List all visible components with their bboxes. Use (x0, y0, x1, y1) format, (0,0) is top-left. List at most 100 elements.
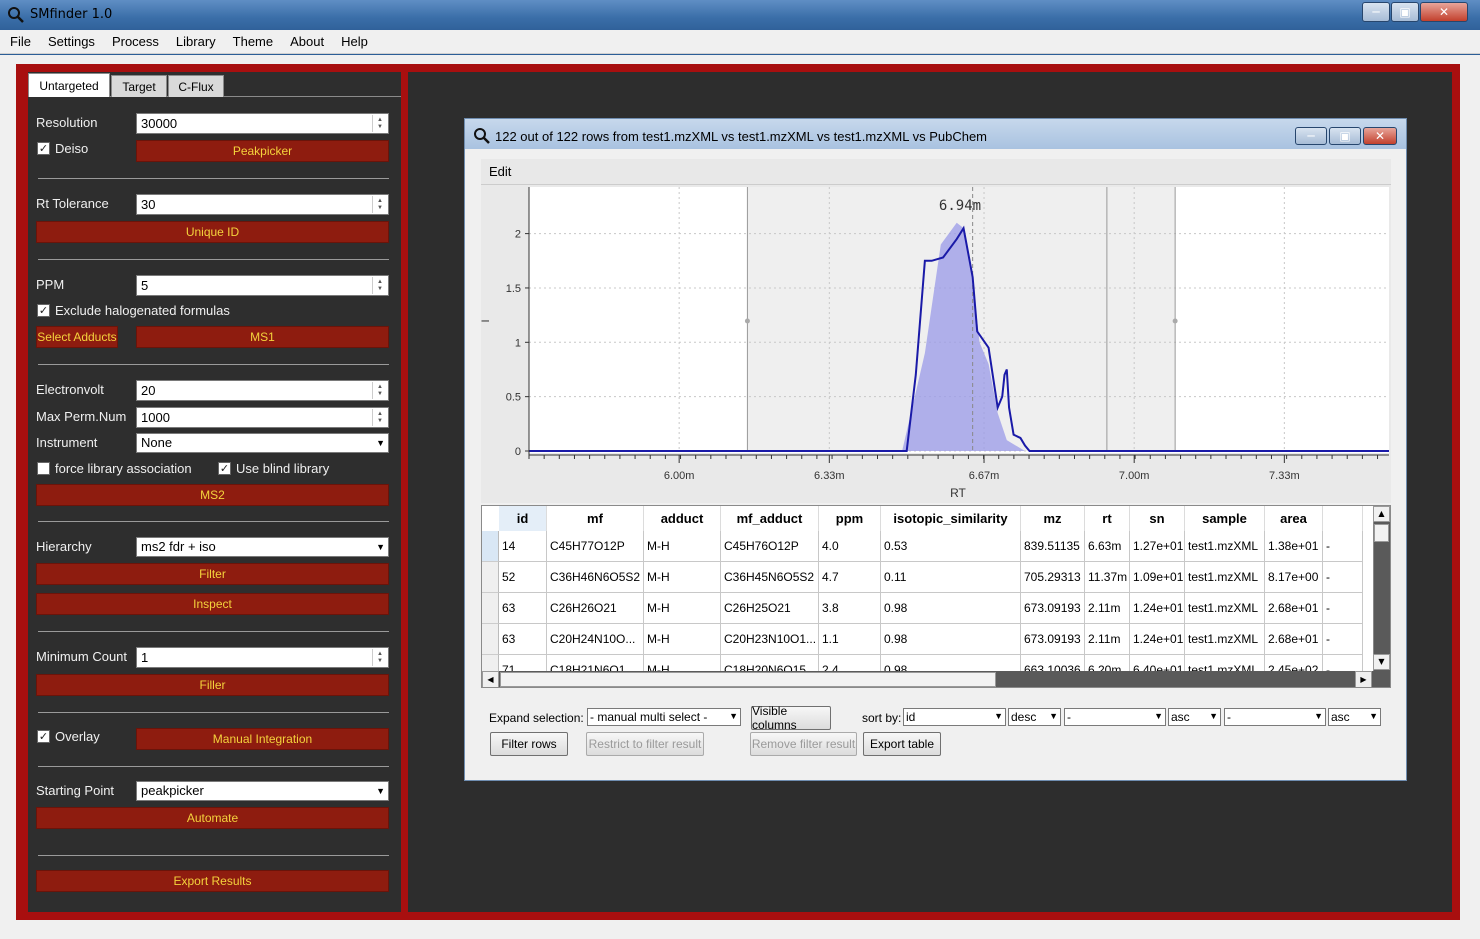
export-table-button[interactable]: Export table (863, 732, 941, 756)
table-cell[interactable]: 2.68e+01 (1265, 624, 1323, 655)
column-header-area[interactable]: area (1265, 506, 1323, 531)
spin-arrows-icon[interactable]: ▲ ▼ (372, 277, 387, 294)
table-cell[interactable]: 839.51135 (1021, 531, 1085, 562)
inner-maximize-button[interactable]: ▣ (1329, 127, 1361, 145)
table-cell[interactable]: C26H26O21 (547, 593, 644, 624)
spin-arrows-icon[interactable]: ▲ ▼ (372, 409, 387, 426)
hierarchy-select[interactable]: ms2 fdr + iso ▼ (136, 537, 389, 557)
table-cell[interactable]: 14 (499, 531, 547, 562)
starting-point-select[interactable]: peakpicker ▼ (136, 781, 389, 801)
filter-rows-button[interactable]: Filter rows (490, 732, 568, 756)
table-cell[interactable]: C20H24N10O... (547, 624, 644, 655)
tab-cflux[interactable]: C-Flux (168, 75, 224, 97)
export-results-button[interactable]: Export Results (36, 870, 389, 892)
table-cell[interactable]: M-H (644, 624, 721, 655)
table-cell[interactable]: 1.1 (819, 624, 881, 655)
column-header-sample[interactable]: sample (1185, 506, 1265, 531)
table-cell[interactable]: C36H45N6O5S2 (721, 562, 819, 593)
column-header-isotopic_similarity[interactable]: isotopic_similarity (881, 506, 1021, 531)
menu-help[interactable]: Help (341, 34, 368, 49)
scroll-down-icon[interactable]: ▼ (1373, 654, 1390, 670)
table-cell[interactable]: 673.09193 (1021, 593, 1085, 624)
automate-button[interactable]: Automate (36, 807, 389, 829)
sort-order-1-select[interactable]: desc ▼ (1008, 708, 1061, 726)
blind-library-checkbox[interactable]: ✓ (218, 462, 231, 475)
table-cell[interactable]: 1.09e+01 (1130, 562, 1185, 593)
table-cell[interactable]: test1.mzXML (1185, 531, 1265, 562)
menu-theme[interactable]: Theme (233, 34, 273, 49)
spin-arrows-icon[interactable]: ▲ ▼ (372, 382, 387, 399)
column-header-extra[interactable] (1323, 506, 1363, 531)
row-header[interactable] (482, 531, 499, 562)
table-cell[interactable]: M-H (644, 562, 721, 593)
table-cell[interactable]: 0.53 (881, 531, 1021, 562)
table-cell[interactable]: 2.68e+01 (1265, 593, 1323, 624)
instrument-select[interactable]: None ▼ (136, 433, 389, 453)
sort-column-3-select[interactable]: - ▼ (1224, 708, 1326, 726)
minimize-button[interactable]: ─ (1362, 2, 1390, 22)
table-cell[interactable]: 6.63m (1085, 531, 1130, 562)
table-cell[interactable]: - (1323, 531, 1363, 562)
inner-minimize-button[interactable]: ─ (1295, 127, 1327, 145)
manual-integration-button[interactable]: Manual Integration (136, 728, 389, 750)
scroll-thumb[interactable] (500, 672, 996, 687)
table-cell[interactable]: 11.37m (1085, 562, 1130, 593)
table-cell[interactable]: 2.11m (1085, 624, 1130, 655)
row-header[interactable] (482, 562, 499, 593)
visible-columns-button[interactable]: Visible columns (751, 704, 831, 732)
menu-about[interactable]: About (290, 34, 324, 49)
ms2-button[interactable]: MS2 (36, 484, 389, 506)
table-cell[interactable]: - (1323, 562, 1363, 593)
spin-arrows-icon[interactable]: ▲ ▼ (372, 196, 387, 213)
filler-button[interactable]: Filler (36, 674, 389, 696)
expand-selection-select[interactable]: - manual multi select - ▼ (587, 708, 741, 726)
select-adducts-button[interactable]: Select Adducts (36, 326, 118, 348)
table-cell[interactable]: 4.0 (819, 531, 881, 562)
table-cell[interactable]: 52 (499, 562, 547, 593)
peakpicker-button[interactable]: Peakpicker (136, 140, 389, 162)
scroll-left-icon[interactable]: ◀ (482, 671, 499, 687)
menu-process[interactable]: Process (112, 34, 159, 49)
sort-order-2-select[interactable]: asc ▼ (1168, 708, 1221, 726)
table-cell[interactable]: - (1323, 593, 1363, 624)
spin-arrows-icon[interactable]: ▲ ▼ (372, 115, 387, 132)
table-cell[interactable]: M-H (644, 531, 721, 562)
exclude-halogen-checkbox[interactable]: ✓ (37, 304, 50, 317)
overlay-checkbox[interactable]: ✓ (37, 730, 50, 743)
sort-column-2-select[interactable]: - ▼ (1064, 708, 1166, 726)
deiso-checkbox[interactable]: ✓ (37, 142, 50, 155)
table-cell[interactable]: test1.mzXML (1185, 593, 1265, 624)
scroll-up-icon[interactable]: ▲ (1373, 506, 1390, 522)
row-header[interactable] (482, 593, 499, 624)
ms1-button[interactable]: MS1 (136, 326, 389, 348)
tab-target[interactable]: Target (111, 75, 167, 97)
table-cell[interactable]: C20H23N10O1... (721, 624, 819, 655)
ppm-spinbox[interactable]: 5 ▲ ▼ (136, 275, 389, 296)
table-cell[interactable]: 673.09193 (1021, 624, 1085, 655)
table-cell[interactable]: C26H25O21 (721, 593, 819, 624)
unique-id-button[interactable]: Unique ID (36, 221, 389, 243)
min-count-spinbox[interactable]: 1 ▲ ▼ (136, 647, 389, 668)
table-cell[interactable]: M-H (644, 593, 721, 624)
table-cell[interactable]: - (1323, 624, 1363, 655)
row-header[interactable] (482, 624, 499, 655)
menu-edit[interactable]: Edit (489, 164, 511, 179)
table-cell[interactable]: 705.29313 (1021, 562, 1085, 593)
column-header-mf[interactable]: mf (547, 506, 644, 531)
column-header-ppm[interactable]: ppm (819, 506, 881, 531)
column-header-adduct[interactable]: adduct (644, 506, 721, 531)
table-cell[interactable]: 63 (499, 624, 547, 655)
column-header-mz[interactable]: mz (1021, 506, 1085, 531)
table-cell[interactable]: 1.38e+01 (1265, 531, 1323, 562)
results-table[interactable]: id mf adduct mf_adduct ppm isotopic_similarit… (481, 505, 1391, 688)
rt-tolerance-spinbox[interactable]: 30 ▲ ▼ (136, 194, 389, 215)
inner-close-button[interactable]: ✕ (1363, 127, 1397, 145)
force-library-checkbox[interactable] (37, 462, 50, 475)
menu-library[interactable]: Library (176, 34, 216, 49)
table-cell[interactable]: 0.98 (881, 624, 1021, 655)
table-cell[interactable]: 1.24e+01 (1130, 624, 1185, 655)
maximize-button[interactable]: ▣ (1391, 2, 1419, 22)
table-cell[interactable]: 8.17e+00 (1265, 562, 1323, 593)
column-header-rt[interactable]: rt (1085, 506, 1130, 531)
table-cell[interactable]: C45H76O12P (721, 531, 819, 562)
